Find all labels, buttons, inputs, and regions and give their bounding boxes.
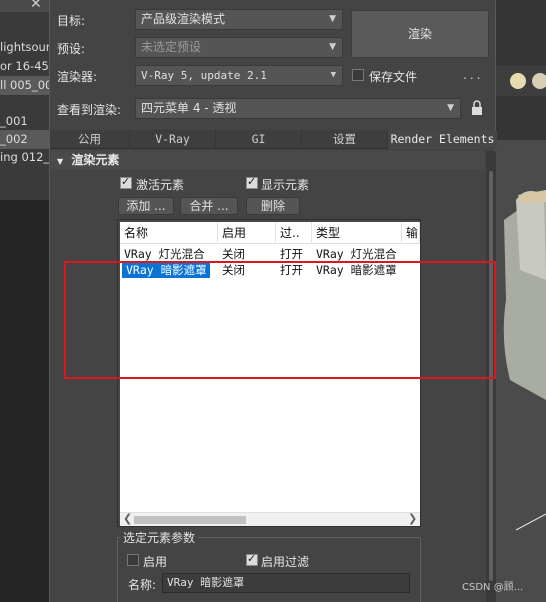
rollout-header[interactable]: ▼ 渲染元素 xyxy=(51,151,485,169)
element-enable-label: 启用 xyxy=(143,555,168,569)
chevron-down-icon: ▼ xyxy=(447,103,454,113)
table-row-selected[interactable]: VRay 暗影遮罩 关闭 打开 VRay 暗影遮罩 xyxy=(120,262,420,278)
tab-render-elements[interactable]: Render Elements xyxy=(388,130,497,149)
column-header-output[interactable]: 输 xyxy=(402,222,420,244)
scene-item[interactable]: lightsourc xyxy=(0,38,50,57)
renderer-dropdown[interactable]: V-Ray 5, update 2.1 ▼ xyxy=(135,65,343,86)
viewport-render[interactable] xyxy=(496,0,546,602)
list-content: 名称 启用 过.. 类型 输 VRay 灯光混合 关闭 打开 VRay 灯光混合… xyxy=(120,222,420,526)
render-preview xyxy=(496,140,546,602)
target-value: 产品级渲染模式 xyxy=(141,12,226,26)
preset-label: 预设: xyxy=(57,42,86,56)
show-elements-checkbox[interactable] xyxy=(246,175,258,189)
rollout-title: 渲染元素 xyxy=(71,153,120,167)
save-file-label: 保存文件 xyxy=(369,70,418,84)
lock-icon[interactable] xyxy=(471,100,483,116)
target-dropdown[interactable]: 产品级渲染模式 ▼ xyxy=(135,9,343,30)
element-enable-checkbox[interactable] xyxy=(127,554,139,566)
show-elements-label: 显示元素 xyxy=(261,178,310,192)
tab-vray[interactable]: V-Ray xyxy=(130,130,216,149)
render-elements-list[interactable]: 名称 启用 过.. 类型 输 VRay 灯光混合 关闭 打开 VRay 灯光混合… xyxy=(117,219,421,527)
renderer-label: 渲染器: xyxy=(57,70,98,84)
enable-filter-checkbox[interactable] xyxy=(246,552,258,566)
scrollbar-thumb[interactable] xyxy=(134,516,246,524)
watermark: CSDN @顾... xyxy=(462,582,524,593)
view-to-render-value: 四元菜单 4 - 透视 xyxy=(141,101,237,115)
tab-common[interactable]: 公用 xyxy=(50,130,130,149)
scroll-right-icon[interactable]: ❯ xyxy=(408,512,417,525)
cell-type: VRay 灯光混合 xyxy=(316,247,397,261)
save-file-browse-button[interactable]: ... xyxy=(463,68,483,82)
tab-settings[interactable]: 设置 xyxy=(302,130,388,149)
column-header-filter[interactable]: 过.. xyxy=(276,222,312,244)
material-spheres-icon xyxy=(510,73,546,89)
enable-filter-label: 启用过滤 xyxy=(261,555,310,569)
cell-type: VRay 暗影遮罩 xyxy=(316,263,397,277)
preset-dropdown[interactable]: 未选定预设 ▼ xyxy=(135,37,343,58)
chevron-down-icon: ▼ xyxy=(330,70,336,80)
save-file-checkbox[interactable] xyxy=(352,69,364,81)
scene-item[interactable]: _001 xyxy=(0,112,50,131)
render-button[interactable]: 渲染 xyxy=(351,10,489,58)
renderer-value: V-Ray 5, update 2.1 xyxy=(141,69,267,82)
activate-elements-checkbox[interactable] xyxy=(120,175,132,189)
target-label: 目标: xyxy=(57,14,86,28)
cell-filter: 打开 xyxy=(280,247,303,261)
render-setup-tabs: 公用 V-Ray GI 设置 Render Elements xyxy=(50,130,497,149)
table-row[interactable]: VRay 灯光混合 关闭 打开 VRay 灯光混合 xyxy=(120,246,420,262)
material-shelf xyxy=(496,66,546,96)
list-header: 名称 启用 过.. 类型 输 xyxy=(120,222,420,244)
view-to-render-label: 查看到渲染: xyxy=(57,103,122,117)
chevron-down-icon: ▼ xyxy=(329,14,336,24)
close-icon[interactable]: ✕ xyxy=(30,0,42,12)
column-header-name[interactable]: 名称 xyxy=(120,222,218,244)
cell-enabled: 关闭 xyxy=(222,263,245,277)
scene-item[interactable]: ll 005_00 xyxy=(0,76,50,95)
explorer-empty-area xyxy=(0,200,50,602)
scroll-left-icon[interactable]: ❮ xyxy=(123,512,132,525)
view-to-render-dropdown[interactable]: 四元菜单 4 - 透视 ▼ xyxy=(135,98,461,119)
tab-gi[interactable]: GI xyxy=(216,130,302,149)
column-header-enabled[interactable]: 启用 xyxy=(218,222,276,244)
cell-filter: 打开 xyxy=(280,263,303,277)
scene-item[interactable]: _002 xyxy=(0,130,50,149)
element-name-field[interactable]: VRay 暗影遮罩 xyxy=(162,573,410,593)
scene-explorer-panel: ✕ lightsourc or 16-45_ ll 005_00 _001 _0… xyxy=(0,0,50,602)
scene-item[interactable]: ing 012_ xyxy=(0,148,50,167)
delete-element-button[interactable]: 删除 xyxy=(246,197,300,215)
add-element-button[interactable]: 添加 ... xyxy=(118,197,174,215)
rendered-cloth-image xyxy=(496,140,546,602)
cell-name: VRay 暗影遮罩 xyxy=(122,262,210,278)
rollout-scrollbar[interactable] xyxy=(486,151,496,602)
activate-elements-label: 激活元素 xyxy=(136,178,185,192)
render-setup-dialog: 目标: 产品级渲染模式 ▼ 预设: 未选定预设 ▼ 渲染 渲染器: V-Ray … xyxy=(49,0,497,602)
selected-element-params-title: 选定元素参数 xyxy=(120,529,199,546)
explorer-title-bar xyxy=(0,0,50,12)
preset-value: 未选定预设 xyxy=(141,40,202,54)
scene-item[interactable]: or 16-45_ xyxy=(0,57,50,76)
scrollbar-thumb[interactable] xyxy=(489,171,493,581)
collapse-triangle-icon: ▼ xyxy=(57,157,64,166)
cell-name: VRay 灯光混合 xyxy=(124,247,205,261)
column-header-type[interactable]: 类型 xyxy=(312,222,402,244)
merge-element-button[interactable]: 合并 ... xyxy=(180,197,238,215)
cell-enabled: 关闭 xyxy=(222,247,245,261)
list-horizontal-scrollbar[interactable]: ❮ ❯ xyxy=(120,512,420,526)
chevron-down-icon: ▼ xyxy=(329,42,336,52)
element-name-label: 名称: xyxy=(128,578,157,592)
